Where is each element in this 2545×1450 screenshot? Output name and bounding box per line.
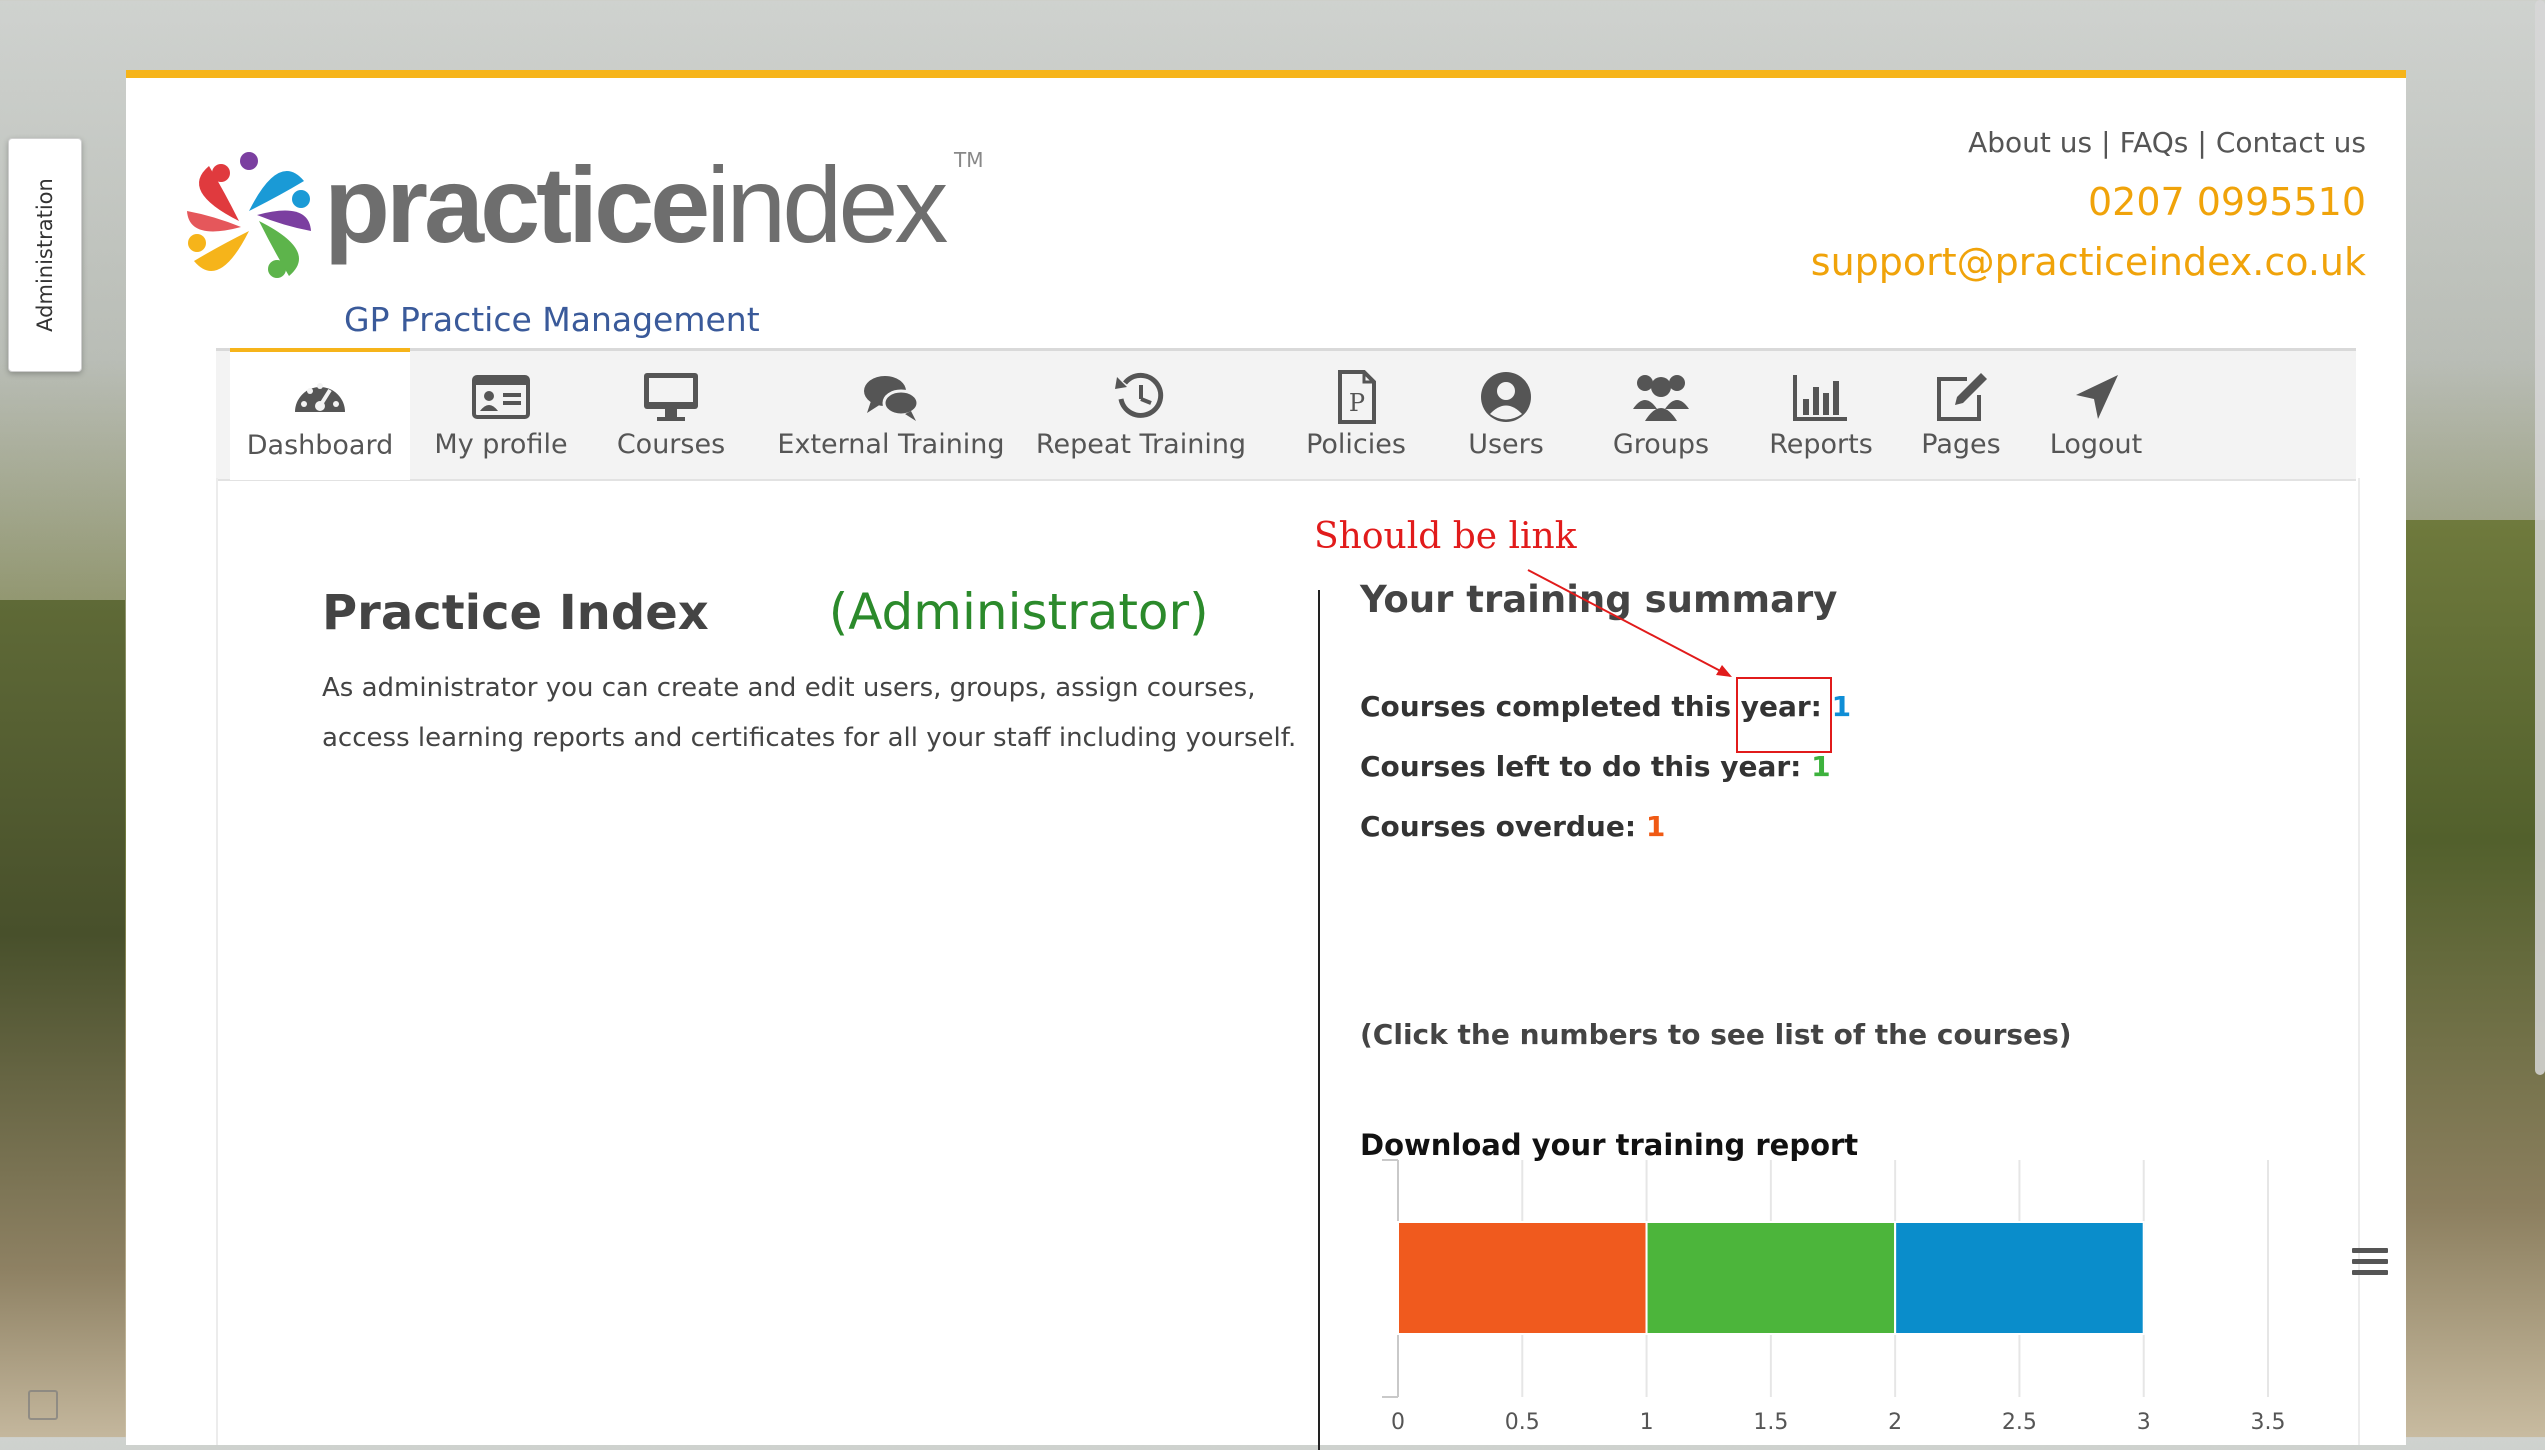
chart-x-tick-label: 0.5 xyxy=(1505,1410,1540,1435)
chart-x-tick-label: 0 xyxy=(1391,1410,1405,1435)
chart-x-tick-label: 2.5 xyxy=(2002,1410,2037,1435)
chart-bar-segment xyxy=(1894,1221,2145,1335)
chart-x-tick-label: 3.5 xyxy=(2251,1410,2286,1435)
chart-bar-segment xyxy=(1645,1221,1897,1335)
chart-x-tick-label: 1 xyxy=(1640,1410,1654,1435)
annotation-box xyxy=(1736,677,1832,753)
chart-x-tick-label: 2 xyxy=(1888,1410,1902,1435)
chart-bar-segment xyxy=(1397,1221,1648,1335)
chart-x-tick-label: 3 xyxy=(2137,1410,2151,1435)
chart-x-tick-label: 1.5 xyxy=(1753,1410,1788,1435)
annotation-text: Should be link xyxy=(1314,516,1577,557)
training-chart: 0 0.5 1 1.5 2 2.5 3 3.5 xyxy=(1382,1159,2286,1435)
